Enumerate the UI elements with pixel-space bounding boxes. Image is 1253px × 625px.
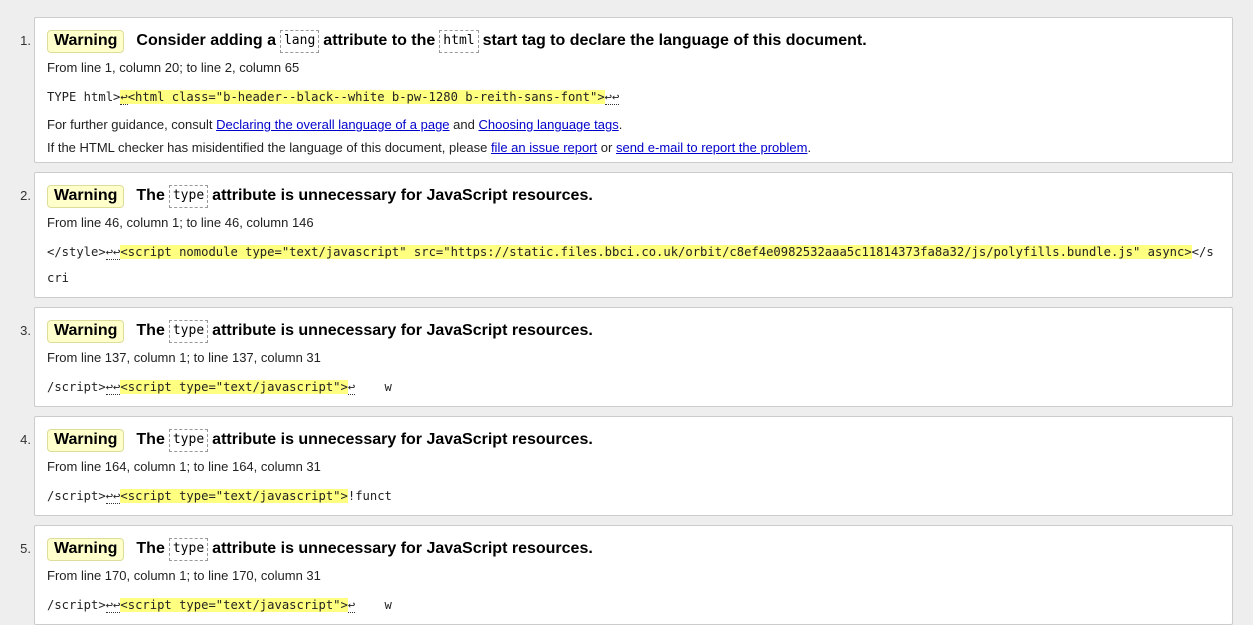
headline-text: attribute is unnecessary for JavaScript … bbox=[212, 431, 593, 448]
line-feed-icon: ↩ bbox=[120, 90, 128, 105]
headline-text: The bbox=[136, 322, 165, 339]
code-extract: /script>↩↩<script type="text/javascript"… bbox=[47, 483, 1220, 509]
message-number: 3. bbox=[20, 323, 31, 338]
headline-text: attribute is unnecessary for JavaScript … bbox=[212, 322, 593, 339]
message-number: 4. bbox=[20, 432, 31, 447]
extract-highlight: <script type="text/javascript"> bbox=[120, 489, 348, 503]
warning-badge: Warning bbox=[47, 537, 125, 561]
headline-text: The bbox=[136, 540, 165, 557]
extract-highlight: ↩<html class="b-header--black--white b-p… bbox=[120, 90, 605, 105]
message-item: 4. Warning The type attribute is unneces… bbox=[20, 416, 1233, 516]
guidance-text: and bbox=[449, 117, 479, 132]
code-extract: /script>↩↩<script type="text/javascript"… bbox=[47, 592, 1220, 618]
headline-text: The bbox=[136, 187, 165, 204]
code-lang: lang bbox=[279, 29, 320, 53]
extract-before: TYPE html> bbox=[47, 90, 121, 104]
headline-text: The bbox=[136, 431, 165, 448]
message-location: From line 164, column 1; to line 164, co… bbox=[47, 459, 321, 474]
extract-after: w bbox=[355, 598, 392, 612]
extract-after: w bbox=[355, 380, 392, 394]
line-feed-icon: ↩↩ bbox=[105, 489, 121, 504]
headline-text: attribute is unnecessary for JavaScript … bbox=[212, 540, 593, 557]
message-number: 2. bbox=[20, 188, 31, 203]
extract-highlight: <script type="text/javascript"> bbox=[120, 598, 348, 612]
extract-after: !funct bbox=[347, 489, 392, 503]
code-extract: /script>↩↩<script type="text/javascript"… bbox=[47, 374, 1220, 400]
message-headline: Warning Consider adding a lang attribute… bbox=[47, 28, 1220, 54]
extract-before: /script> bbox=[47, 489, 106, 503]
code-extract: TYPE html>↩<html class="b-header--black-… bbox=[47, 84, 1220, 110]
code-type: type bbox=[168, 428, 209, 452]
note-text: If the HTML checker has misidentified th… bbox=[47, 140, 491, 155]
extract-highlight-text: <html class="b-header--black--white b-pw… bbox=[127, 90, 605, 104]
note-text: . bbox=[807, 140, 812, 155]
file-issue-report-link[interactable]: file an issue report bbox=[491, 140, 597, 155]
message-item: 1. Warning Consider adding a lang attrib… bbox=[20, 17, 1233, 163]
line-feed-icon: ↩↩ bbox=[604, 90, 620, 105]
declaring-language-link[interactable]: Declaring the overall language of a page bbox=[216, 117, 449, 132]
extract-highlight: <script nomodule type="text/javascript" … bbox=[120, 245, 1192, 259]
message-headline: Warning The type attribute is unnecessar… bbox=[47, 536, 1220, 562]
code-type: type bbox=[168, 319, 209, 343]
message-location: From line 170, column 1; to line 170, co… bbox=[47, 568, 321, 583]
extract-highlight: <script type="text/javascript"> bbox=[120, 380, 348, 394]
misidentified-note: If the HTML checker has misidentified th… bbox=[47, 139, 1220, 156]
message-headline: Warning The type attribute is unnecessar… bbox=[47, 427, 1220, 453]
extract-before: /script> bbox=[47, 598, 106, 612]
message-location: From line 137, column 1; to line 137, co… bbox=[47, 350, 321, 365]
guidance-text: . bbox=[618, 117, 623, 132]
message-headline: Warning The type attribute is unnecessar… bbox=[47, 318, 1220, 344]
warning-badge: Warning bbox=[47, 29, 125, 53]
code-type: type bbox=[168, 184, 209, 208]
line-feed-icon: ↩↩ bbox=[105, 380, 121, 395]
warning-badge: Warning bbox=[47, 428, 125, 452]
send-email-link[interactable]: send e-mail to report the problem bbox=[616, 140, 807, 155]
headline-text: start tag to declare the language of thi… bbox=[482, 32, 867, 49]
message-item: 2. Warning The type attribute is unneces… bbox=[20, 172, 1233, 298]
headline-text: Consider adding a bbox=[136, 32, 276, 49]
message-number: 1. bbox=[20, 33, 31, 48]
code-extract: </style>↩↩<script nomodule type="text/ja… bbox=[47, 239, 1220, 291]
choosing-language-tags-link[interactable]: Choosing language tags bbox=[478, 117, 618, 132]
message-headline: Warning The type attribute is unnecessar… bbox=[47, 183, 1220, 209]
guidance-note: For further guidance, consult Declaring … bbox=[47, 116, 1220, 133]
headline-text: attribute is unnecessary for JavaScript … bbox=[212, 187, 593, 204]
validator-messages-list: 1. Warning Consider adding a lang attrib… bbox=[0, 17, 1253, 625]
line-feed-icon: ↩↩ bbox=[105, 245, 121, 260]
warning-badge: Warning bbox=[47, 319, 125, 343]
code-html: html bbox=[439, 29, 479, 53]
code-type: type bbox=[168, 537, 209, 561]
extract-before: /script> bbox=[47, 380, 106, 394]
headline-text: attribute to the bbox=[323, 32, 436, 49]
message-location: From line 46, column 1; to line 46, colu… bbox=[47, 215, 314, 230]
note-text: or bbox=[597, 140, 616, 155]
warning-badge: Warning bbox=[47, 184, 125, 208]
extract-before: </style> bbox=[47, 245, 106, 259]
message-item: 5. Warning The type attribute is unneces… bbox=[20, 525, 1233, 625]
guidance-text: For further guidance, consult bbox=[47, 117, 217, 132]
message-item: 3. Warning The type attribute is unneces… bbox=[20, 307, 1233, 407]
message-location: From line 1, column 20; to line 2, colum… bbox=[47, 60, 300, 75]
message-number: 5. bbox=[20, 541, 31, 556]
